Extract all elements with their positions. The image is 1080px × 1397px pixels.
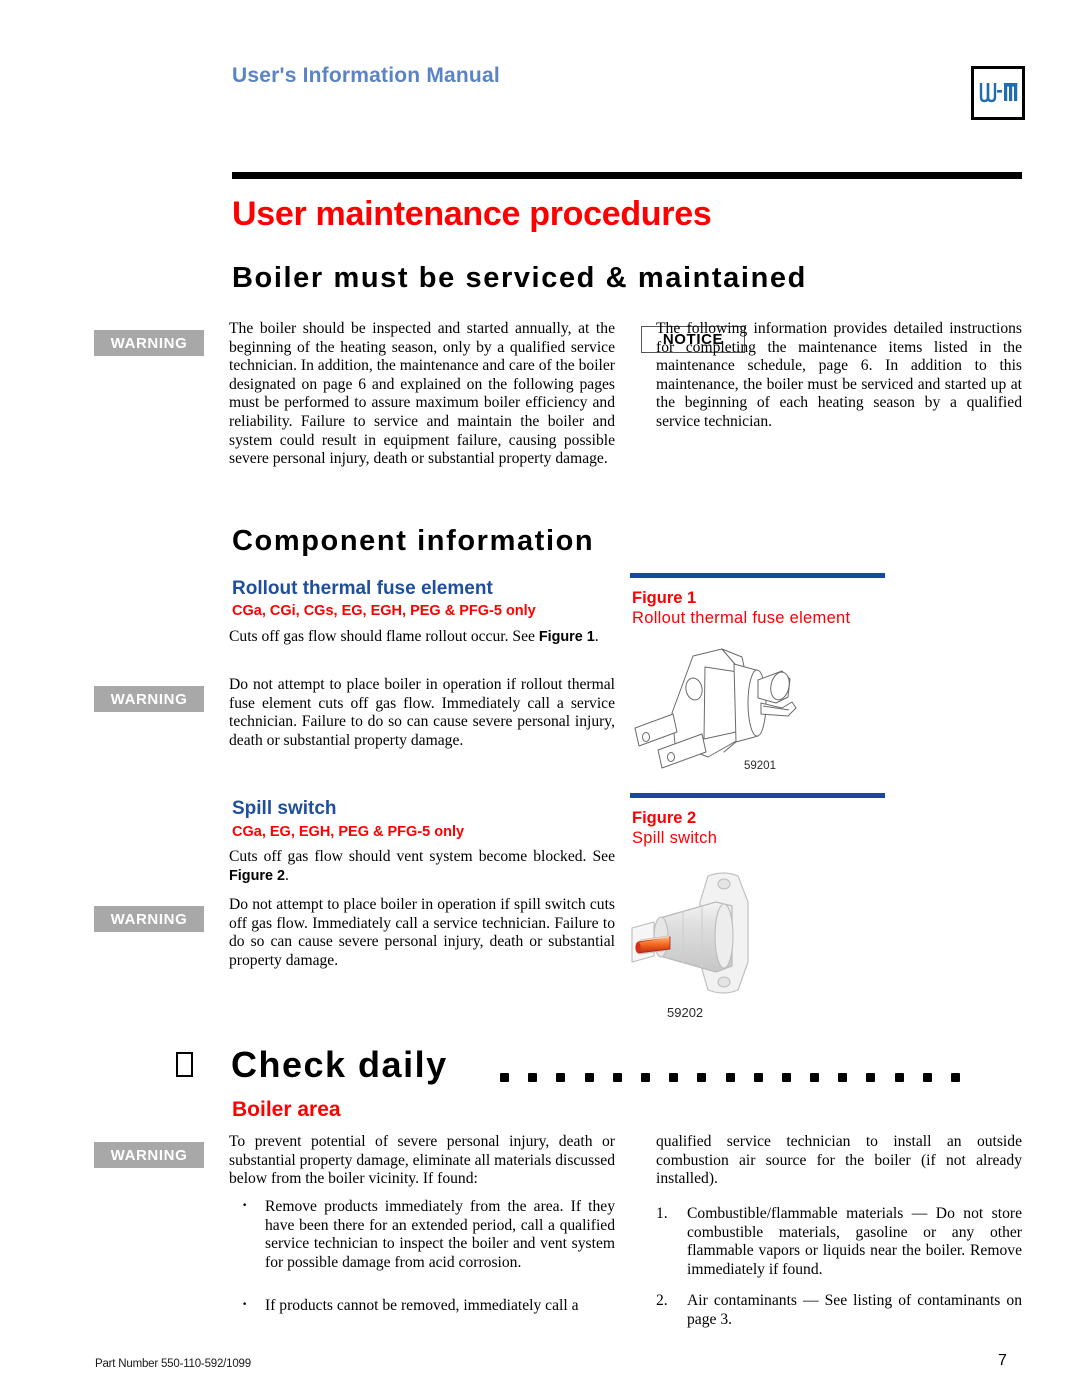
footer-page-number: 7 [998, 1352, 1007, 1369]
list-item: If products cannot be removed, immediate… [229, 1293, 615, 1316]
warning-text-4: To prevent potential of severe personal … [229, 1133, 615, 1188]
page-title: User maintenance procedures [232, 195, 712, 233]
spill-figure-ref: Figure 2 [229, 867, 285, 884]
figure-1-illustration [630, 640, 910, 780]
rollout-desc-after: . [594, 628, 599, 645]
spill-desc-after: . [284, 866, 289, 884]
figure-2-illustration [620, 862, 900, 1012]
list-item-text: Combustible/flammable materials — Do not… [687, 1205, 1022, 1278]
check-daily-checkbox[interactable] [176, 1052, 193, 1077]
warning-badge-3: WARNING [94, 906, 204, 932]
footer-part-number: Part Number 550-110-592/1099 [95, 1358, 251, 1370]
boiler-area-bullet-list-2: If products cannot be removed, immediate… [229, 1293, 615, 1330]
spill-description: Cuts off gas flow should vent system bec… [229, 848, 615, 885]
rollout-desc-before: Cuts off gas flow should flame rollout o… [229, 628, 539, 645]
figure-2-caption: Figure 2 Spill switch [632, 808, 717, 848]
warning-text-2: Do not attempt to place boiler in operat… [229, 676, 615, 749]
boiler-area-numbered-list: 1. Combustible/flammable materials — Do n… [656, 1205, 1022, 1343]
logo-mark [974, 69, 1022, 117]
figure-1-number: Figure 1 [632, 589, 697, 607]
list-item-number: 1. [656, 1205, 668, 1222]
notice-text: The following information provides detai… [656, 320, 1022, 430]
check-daily-dot-leader [500, 1072, 960, 1082]
list-item-text: Air contaminants — See listing of contam… [687, 1292, 1022, 1328]
figure-1-caption: Figure 1 Rollout thermal fuse element [632, 588, 850, 628]
figure-2-number: Figure 2 [632, 809, 697, 827]
list-item: Remove products immediately from the are… [229, 1194, 615, 1272]
warning-badge-1: WARNING [94, 330, 204, 356]
figure-1-description: Rollout thermal fuse element [632, 609, 851, 627]
weil-mclain-logo [971, 66, 1025, 120]
manual-title: User's Information Manual [232, 64, 500, 87]
subhead-boiler-area: Boiler area [232, 1098, 341, 1121]
subhead-spill-switch: Spill switch [232, 798, 337, 819]
document-page: User's Information Manual User maintenan… [0, 0, 1080, 1397]
figure-2-description: Spill switch [632, 829, 718, 847]
wm-logo-icon [979, 83, 1018, 103]
warning-text-3: Do not attempt to place boiler in operat… [229, 896, 615, 969]
subhead-rollout-thermal-fuse: Rollout thermal fuse element [232, 578, 493, 599]
list-item-number: 2. [656, 1292, 668, 1310]
warning-badge-4: WARNING [94, 1142, 204, 1168]
warning-text-1: The boiler should be inspected and start… [229, 320, 615, 468]
warning-badge-2: WARNING [94, 686, 204, 712]
figure-2-rule [630, 793, 885, 798]
list-item: 1. Combustible/flammable materials — Do n… [656, 1205, 1022, 1279]
rollout-fuse-drawing-icon [634, 648, 797, 769]
boiler-area-right-continuation: qualified service technician to install … [656, 1133, 1022, 1188]
figure-1-rule [630, 573, 885, 578]
list-item: 2. Air contaminants — See listing of cont… [656, 1292, 1022, 1329]
spill-desc-before: Cuts off gas flow should vent system bec… [229, 848, 615, 865]
models-rollout: CGa, CGi, CGs, EG, EGH, PEG & PFG-5 only [232, 603, 536, 619]
boiler-area-bullet-list: Remove products immediately from the are… [229, 1194, 615, 1286]
spill-switch-drawing-icon [631, 872, 749, 994]
header-divider-rule [232, 172, 1022, 179]
rollout-description: Cuts off gas flow should flame rollout o… [229, 628, 615, 647]
bullet-list-continued: If products cannot be removed, immediate… [229, 1293, 615, 1316]
numbered-list: 1. Combustible/flammable materials — Do n… [656, 1205, 1022, 1330]
check-daily-heading: Check daily [231, 1044, 448, 1085]
models-spill: CGa, EG, EGH, PEG & PFG-5 only [232, 824, 465, 840]
bullet-list: Remove products immediately from the are… [229, 1194, 615, 1272]
figure-1-part-number: 59201 [744, 760, 776, 772]
section-heading-boiler-serviced: Boiler must be serviced & maintained [232, 262, 807, 294]
section-heading-component-information: Component information [232, 525, 595, 557]
rollout-figure-ref: Figure 1 [538, 629, 595, 645]
figure-2-part-number: 59202 [667, 1005, 704, 1020]
